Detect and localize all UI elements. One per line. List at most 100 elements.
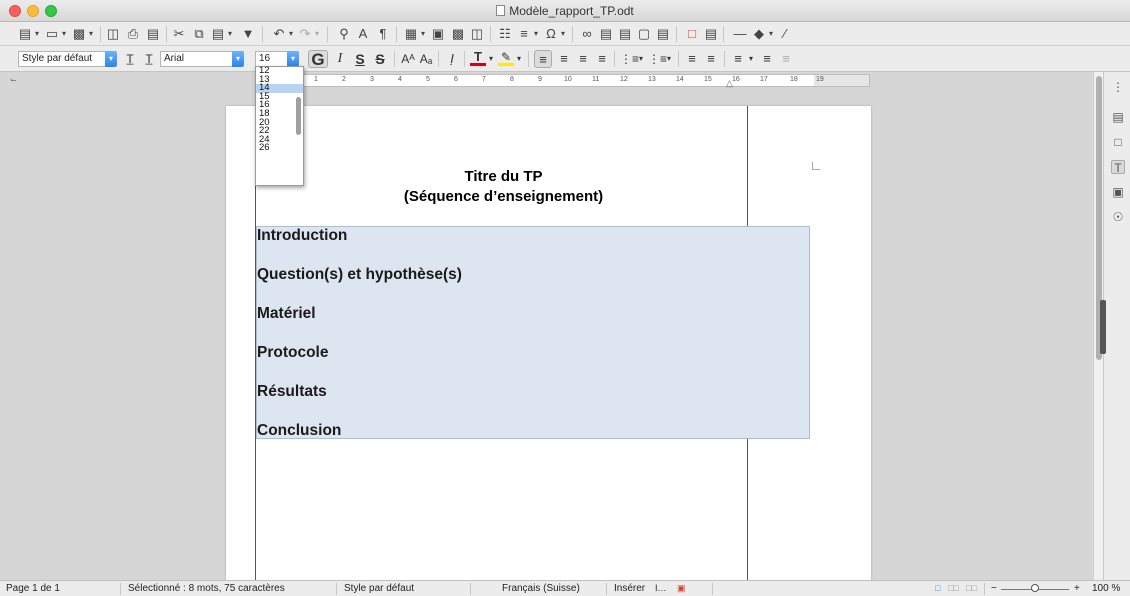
track-changes-icon[interactable]: ▤	[704, 26, 718, 42]
subscript-icon[interactable]: Aₐ	[418, 50, 434, 68]
font-size-dropdown-list[interactable]: 12 13 14 15 16 18 20 22 24 26	[255, 66, 304, 186]
align-left-button[interactable]: ≡	[534, 50, 552, 68]
zoom-level[interactable]: 100 %	[1092, 581, 1120, 596]
tab-stop-selector-icon[interactable]: ⌙	[10, 75, 17, 84]
hyperlink-icon[interactable]: ∞	[580, 26, 594, 42]
insert-chart-icon[interactable]: ▩	[451, 26, 465, 42]
highlight-color-icon[interactable]: ✎	[498, 50, 514, 66]
multi-page-view-icon[interactable]: □□	[948, 581, 959, 596]
insert-mode[interactable]: Insérer	[614, 581, 645, 596]
print-preview-icon[interactable]: ▤	[146, 26, 160, 42]
sidebar-menu-icon[interactable]: ⋮	[1111, 80, 1125, 94]
paste-icon[interactable]: ▤	[211, 26, 225, 42]
basic-shapes-icon[interactable]: ◆	[752, 26, 766, 42]
align-center-button[interactable]: ≡	[556, 50, 572, 68]
spelling-icon[interactable]: A	[356, 26, 370, 42]
shapes-dropdown-icon[interactable]: ▾	[767, 26, 775, 42]
redo-dropdown-icon[interactable]: ▾	[313, 26, 321, 42]
font-color-dropdown-icon[interactable]: ▾	[487, 50, 495, 68]
numbered-list-dropdown-icon[interactable]: ▾	[665, 50, 673, 68]
bold-button[interactable]: G	[308, 50, 328, 69]
font-size-dropdown-icon[interactable]: ▾	[287, 51, 299, 67]
numbered-list-icon[interactable]: ⋮≡	[648, 50, 667, 68]
decrease-indent-icon[interactable]: ≡	[703, 50, 719, 68]
gallery-icon[interactable]: ▣	[1111, 185, 1125, 199]
navigator-icon[interactable]: ☉	[1111, 210, 1125, 224]
bullet-list-dropdown-icon[interactable]: ▾	[637, 50, 645, 68]
font-size-option[interactable]: 26	[256, 143, 303, 153]
clone-formatting-icon[interactable]: ▼	[241, 26, 255, 42]
document-page[interactable]: Titre du TP (Séquence d’enseignement) In…	[226, 106, 871, 580]
save-icon[interactable]: ▩	[72, 26, 86, 42]
single-page-view-icon[interactable]: □	[935, 581, 940, 596]
dropdown-scrollbar[interactable]	[296, 97, 301, 135]
table-dropdown-icon[interactable]: ▾	[419, 26, 427, 42]
zoom-slider-thumb[interactable]	[1031, 584, 1039, 592]
language[interactable]: Français (Suisse)	[502, 581, 580, 596]
decrease-paragraph-spacing-icon[interactable]: ≡	[778, 50, 794, 68]
page-count[interactable]: Page 1 de 1	[6, 581, 60, 596]
selection-count[interactable]: Sélectionné : 8 mots, 75 caractères	[128, 581, 285, 596]
clear-formatting-icon[interactable]: Ị	[444, 50, 460, 68]
insert-page-break-icon[interactable]: ☷	[498, 26, 512, 42]
special-character-icon[interactable]: Ω	[544, 26, 558, 42]
cut-icon[interactable]: ✂	[172, 26, 186, 42]
highlight-dropdown-icon[interactable]: ▾	[515, 50, 523, 68]
font-color-icon[interactable]: T	[470, 50, 486, 66]
paragraph-style-combo[interactable]: Style par défaut ▾	[18, 51, 117, 67]
line-spacing-icon[interactable]: ≡	[730, 50, 746, 68]
font-name-combo[interactable]: Arial ▾	[160, 51, 244, 67]
book-view-icon[interactable]: □□	[966, 581, 977, 596]
update-style-icon[interactable]: T̲	[122, 50, 138, 68]
insert-textbox-icon[interactable]: ◫	[470, 26, 484, 42]
new-dropdown-icon[interactable]: ▾	[33, 26, 41, 42]
zoom-in-button[interactable]: +	[1074, 581, 1080, 596]
italic-button[interactable]: I	[332, 50, 348, 68]
insert-line-icon[interactable]: —	[731, 26, 749, 42]
selection-mode-icon[interactable]: I…	[655, 581, 667, 596]
increase-indent-icon[interactable]: ≡	[684, 50, 700, 68]
styles-icon[interactable]: T	[1111, 160, 1125, 175]
increase-paragraph-spacing-icon[interactable]: ≡	[759, 50, 775, 68]
horizontal-ruler[interactable]: 1 2 3 4 5 6 7 8 9 10 11 12 13 14 15 16 1…	[257, 74, 870, 88]
cross-reference-icon[interactable]: ▤	[656, 26, 670, 42]
page-icon[interactable]: □	[1111, 135, 1125, 149]
field-dropdown-icon[interactable]: ▾	[532, 26, 540, 42]
redo-icon[interactable]: ↷	[298, 26, 312, 42]
bullet-list-icon[interactable]: ⋮≡	[620, 50, 639, 68]
insert-table-icon[interactable]: ▦	[404, 26, 418, 42]
underline-button[interactable]: S	[352, 50, 368, 68]
document-canvas[interactable]: Titre du TP (Séquence d’enseignement) In…	[0, 88, 1093, 580]
page-style[interactable]: Style par défaut	[344, 581, 414, 596]
comment-icon[interactable]: □	[685, 26, 699, 42]
paste-dropdown-icon[interactable]: ▾	[226, 26, 234, 42]
sidebar-resize-handle[interactable]	[1100, 300, 1106, 354]
strikethrough-button[interactable]: S	[372, 50, 388, 68]
save-dropdown-icon[interactable]: ▾	[87, 26, 95, 42]
document-modified-icon[interactable]: ▣	[677, 581, 686, 596]
insert-field-icon[interactable]: ≡	[517, 26, 531, 42]
superscript-icon[interactable]: Aᴬ	[400, 50, 416, 68]
paragraph-style-dropdown-icon[interactable]: ▾	[105, 51, 117, 67]
font-name-dropdown-icon[interactable]: ▾	[232, 51, 244, 67]
properties-icon[interactable]: ▤	[1111, 110, 1125, 124]
align-right-button[interactable]: ≡	[575, 50, 591, 68]
formatting-marks-icon[interactable]: ¶	[376, 26, 390, 42]
copy-icon[interactable]: ⧉	[192, 26, 206, 42]
open-icon[interactable]: ▭	[45, 26, 59, 42]
bookmark-icon[interactable]: ▢	[637, 26, 651, 42]
open-dropdown-icon[interactable]: ▾	[60, 26, 68, 42]
special-character-dropdown-icon[interactable]: ▾	[559, 26, 567, 42]
footnote-icon[interactable]: ▤	[599, 26, 613, 42]
zoom-out-button[interactable]: −	[991, 581, 997, 596]
new-style-icon[interactable]: T̲	[141, 50, 157, 68]
insert-image-icon[interactable]: ▣	[431, 26, 445, 42]
new-document-icon[interactable]: ▤	[18, 26, 32, 42]
find-replace-icon[interactable]: ⚲	[337, 26, 351, 42]
endnote-icon[interactable]: ▤	[618, 26, 632, 42]
export-pdf-icon[interactable]: ◫	[106, 26, 120, 42]
undo-dropdown-icon[interactable]: ▾	[287, 26, 295, 42]
draw-icon[interactable]: ∕	[778, 26, 792, 42]
undo-icon[interactable]: ↶	[272, 26, 286, 42]
line-spacing-dropdown-icon[interactable]: ▾	[747, 50, 755, 68]
